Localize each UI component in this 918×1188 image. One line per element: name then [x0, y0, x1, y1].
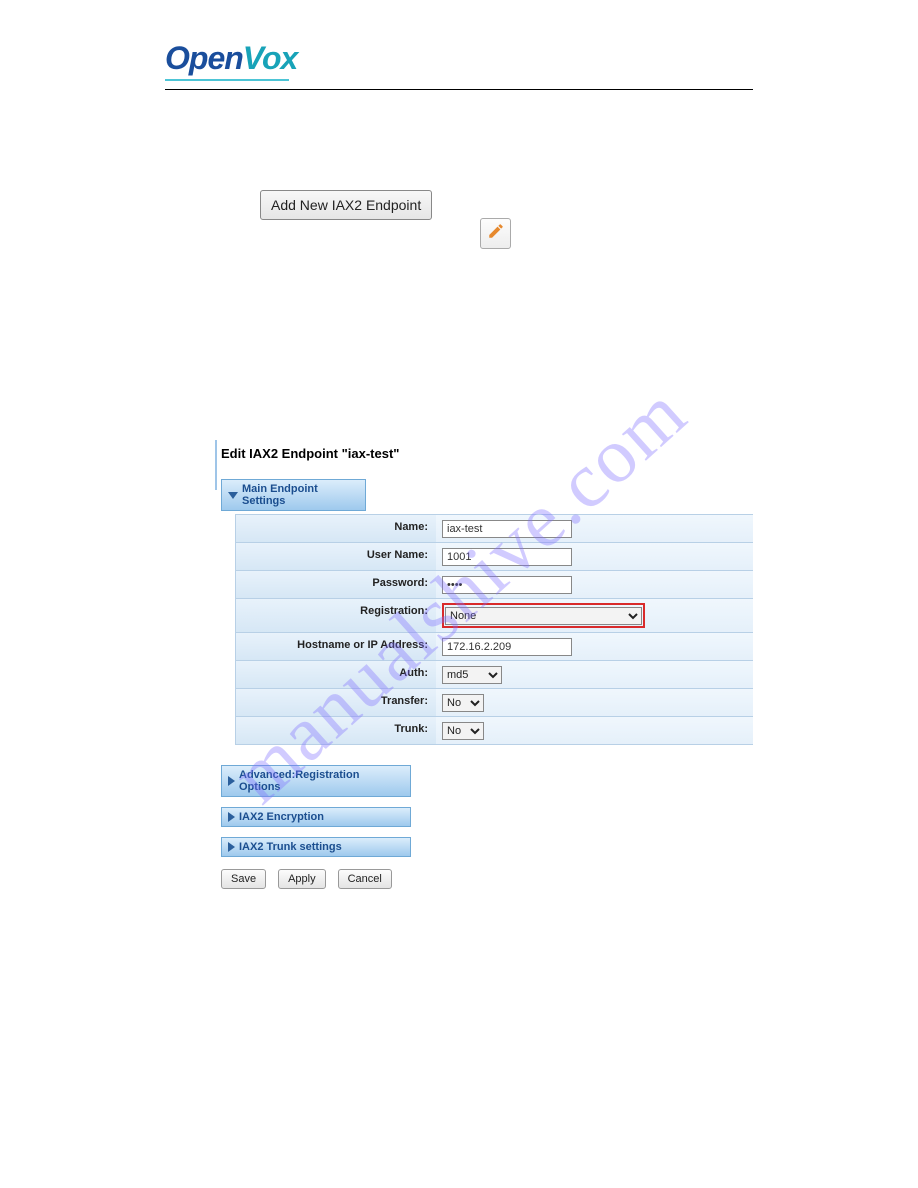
logo-vox: Vox — [243, 40, 298, 77]
section-main-endpoint-settings[interactable]: Main Endpoint Settings — [221, 479, 366, 511]
section-label: Advanced:Registration Options — [239, 769, 404, 793]
edit-form-area: Edit IAX2 Endpoint "iax-test" Main Endpo… — [165, 440, 753, 889]
form-buttons: Save Apply Cancel — [221, 869, 753, 889]
section-advanced-registration-options[interactable]: Advanced:Registration Options — [221, 765, 411, 797]
password-input[interactable] — [442, 576, 572, 594]
label-registration: Registration: — [236, 599, 436, 632]
row-username: User Name: — [236, 543, 753, 571]
row-registration: Registration: None — [236, 599, 753, 633]
trunk-select[interactable]: No — [442, 722, 484, 740]
section-label: IAX2 Encryption — [239, 811, 324, 823]
label-password: Password: — [236, 571, 436, 598]
row-trunk: Trunk: No — [236, 717, 753, 745]
label-trunk: Trunk: — [236, 717, 436, 744]
username-input[interactable] — [442, 548, 572, 566]
form-left-bar — [215, 440, 217, 490]
save-button[interactable]: Save — [221, 869, 266, 889]
section-iax2-encryption[interactable]: IAX2 Encryption — [221, 807, 411, 827]
name-input[interactable] — [442, 520, 572, 538]
chevron-right-icon — [228, 776, 235, 786]
section-iax2-trunk-settings[interactable]: IAX2 Trunk settings — [221, 837, 411, 857]
label-auth: Auth: — [236, 661, 436, 688]
row-hostname: Hostname or IP Address: — [236, 633, 753, 661]
registration-select[interactable]: None — [445, 607, 642, 625]
chevron-right-icon — [228, 842, 235, 852]
pencil-icon — [487, 222, 505, 245]
transfer-select[interactable]: No — [442, 694, 484, 712]
form-title: Edit IAX2 Endpoint "iax-test" — [221, 440, 753, 461]
row-password: Password: — [236, 571, 753, 599]
apply-button[interactable]: Apply — [278, 869, 326, 889]
registration-highlight: None — [442, 603, 645, 628]
add-endpoint-wrap: Add New IAX2 Endpoint — [260, 190, 753, 220]
header-divider — [165, 89, 753, 90]
chevron-down-icon — [228, 492, 238, 499]
cancel-button[interactable]: Cancel — [338, 869, 392, 889]
label-transfer: Transfer: — [236, 689, 436, 716]
document-page: OpenVox Add New IAX2 Endpoint Edit IAX2 … — [165, 40, 753, 220]
add-new-iax2-endpoint-button[interactable]: Add New IAX2 Endpoint — [260, 190, 432, 220]
fields-table: Name: User Name: Password: Registration:… — [235, 514, 753, 745]
section-label: Main Endpoint Settings — [242, 483, 359, 507]
logo-open: Open — [165, 40, 243, 77]
label-name: Name: — [236, 515, 436, 542]
hostname-input[interactable] — [442, 638, 572, 656]
auth-select[interactable]: md5 — [442, 666, 502, 684]
row-transfer: Transfer: No — [236, 689, 753, 717]
label-hostname: Hostname or IP Address: — [236, 633, 436, 660]
row-auth: Auth: md5 — [236, 661, 753, 689]
row-name: Name: — [236, 515, 753, 543]
chevron-right-icon — [228, 812, 235, 822]
section-label: IAX2 Trunk settings — [239, 841, 342, 853]
label-username: User Name: — [236, 543, 436, 570]
logo: OpenVox — [165, 40, 289, 81]
edit-pencil-button[interactable] — [480, 218, 511, 249]
